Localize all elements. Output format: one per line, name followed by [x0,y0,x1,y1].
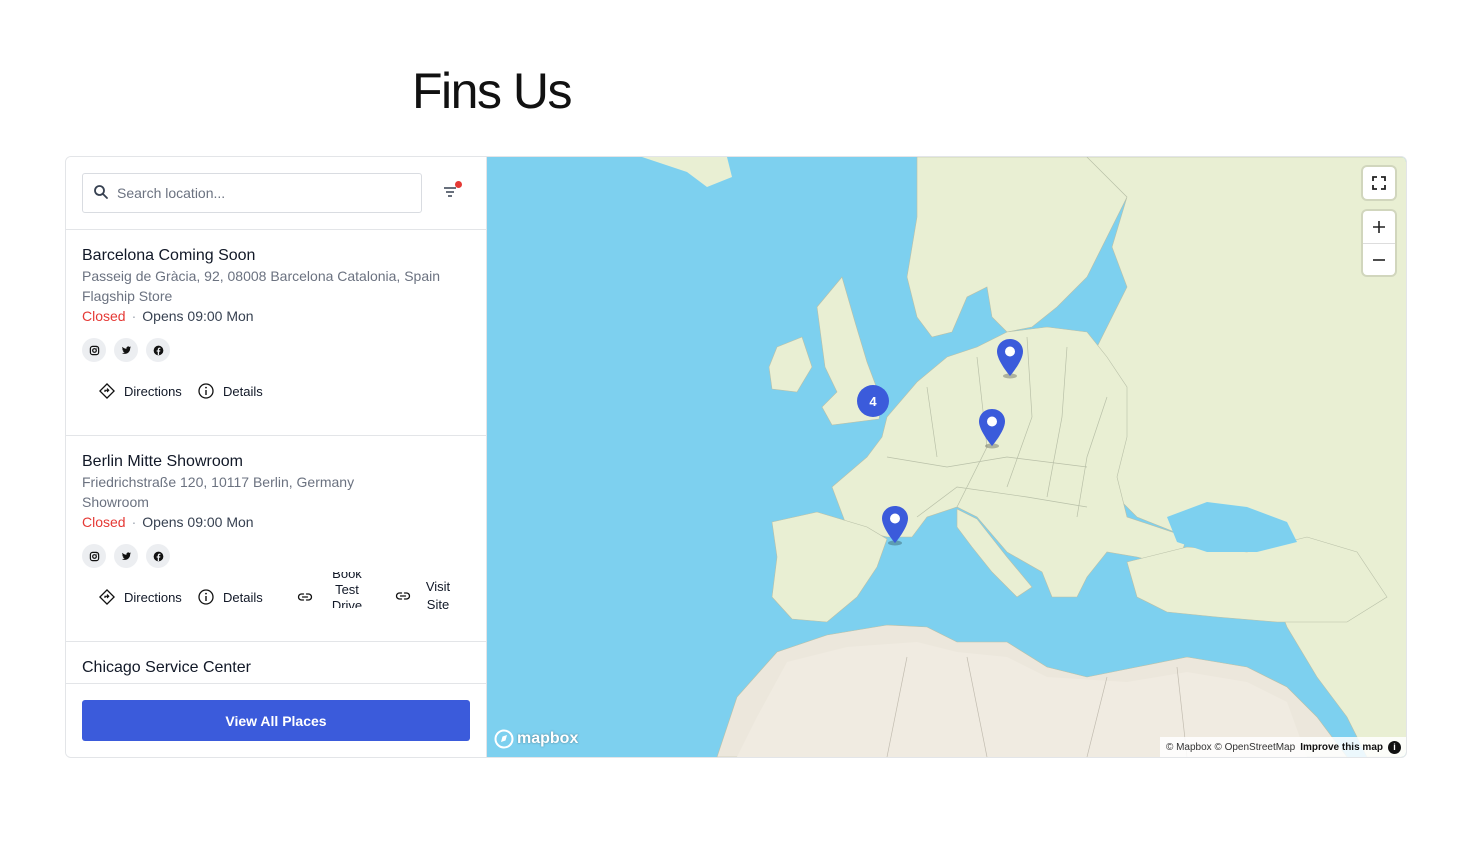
location-name: Chicago Service Center [82,659,251,676]
zoom-control[interactable] [1363,211,1395,275]
visit-label-line1: Visit [425,579,451,594]
link-icon [297,593,313,601]
book-label-line3: Drive [331,598,363,608]
map-pin-icon [979,409,1005,449]
opening-hours: Opens 09:00 Mon [142,308,254,324]
twitter-icon[interactable] [114,338,138,362]
location-actions: Directions Details [82,368,470,428]
improve-map-link[interactable]: Improve this map [1300,742,1383,753]
map-pin-marker[interactable] [977,408,1007,450]
location-status: Closed · Opens 09:00 Mon [82,306,470,326]
map-cluster-marker[interactable]: 4 [857,385,889,417]
location-card[interactable]: Chicago Service Center [66,642,486,683]
minus-icon [1373,258,1385,261]
map-pin-marker[interactable] [995,338,1025,380]
location-type: Flagship Store [82,288,173,304]
book-label-line2: Test [335,582,359,597]
status-closed: Closed [82,308,126,324]
separator: · [131,308,137,324]
view-all-footer: View All Places [66,683,486,757]
directions-label: Directions [124,589,182,605]
location-card[interactable]: Barcelona Coming Soon Passeig de Gràcia,… [66,230,486,436]
details-button[interactable]: Details [197,382,263,400]
mapbox-icon [494,729,514,749]
location-card[interactable]: Berlin Mitte Showroom Friedrichstraße 12… [66,436,486,642]
location-address: Passeig de Gràcia, 92, 08008 Barcelona C… [82,268,441,284]
store-locator: Barcelona Coming Soon Passeig de Gràcia,… [65,156,1407,758]
info-icon [198,589,214,605]
location-type: Showroom [82,494,149,510]
link-icon [395,592,411,600]
view-all-places-button[interactable]: View All Places [82,700,470,741]
directions-button[interactable]: Directions [98,588,182,606]
details-label: Details [223,383,263,399]
location-status: Closed · Opens 09:00 Mon [82,512,470,532]
filter-active-badge [455,181,462,188]
zoom-in-button[interactable] [1363,211,1395,243]
social-links [82,338,470,362]
directions-icon [99,589,115,605]
location-name: Barcelona Coming Soon [82,247,256,264]
book-label-line1: Book [332,572,362,581]
fullscreen-button[interactable] [1363,167,1395,199]
map-pin-icon [882,506,908,546]
directions-label: Directions [124,383,182,399]
instagram-icon[interactable] [82,544,106,568]
page-title: Fins Us [412,63,572,119]
details-label: Details [223,589,263,605]
mapbox-logo[interactable]: mapbox [494,729,578,749]
opening-hours: Opens 09:00 Mon [142,514,254,530]
location-name: Berlin Mitte Showroom [82,453,243,470]
instagram-icon[interactable] [82,338,106,362]
search-input[interactable] [117,174,417,212]
plus-icon [1373,221,1385,233]
map-pin-icon [997,339,1023,379]
location-sidebar: Barcelona Coming Soon Passeig de Gràcia,… [66,157,487,757]
twitter-icon[interactable] [114,544,138,568]
location-list[interactable]: Barcelona Coming Soon Passeig de Gràcia,… [66,229,486,683]
mapbox-wordmark: mapbox [517,730,579,747]
map-attribution: © Mapbox © OpenStreetMap Improve this ma… [1159,737,1406,757]
visit-label-line2: Site [426,597,450,612]
map-view[interactable]: 4 mapbox © Mapbox © OpenStreetMap Improv… [487,157,1406,757]
visit-site-button[interactable]: Visit Site [394,578,456,614]
info-icon [198,383,214,399]
attribution-text[interactable]: © Mapbox © OpenStreetMap [1166,742,1295,753]
details-button[interactable]: Details [197,588,263,606]
map-base [487,157,1406,757]
status-closed: Closed [82,514,126,530]
social-links [82,544,470,568]
fullscreen-control[interactable] [1363,167,1395,199]
search-icon [94,185,108,199]
facebook-icon[interactable] [146,544,170,568]
fullscreen-icon [1372,176,1386,190]
directions-icon [99,383,115,399]
directions-button[interactable]: Directions [98,382,182,400]
map-pin-marker[interactable] [880,505,910,547]
search-bar [82,173,422,213]
filter-button[interactable] [438,179,464,205]
info-icon[interactable]: i [1388,740,1401,754]
location-actions: Directions Details Book Test Drive Visit… [82,572,470,634]
location-address: Friedrichstraße 120, 10117 Berlin, Germa… [82,474,355,490]
separator: · [131,514,137,530]
book-test-drive-button[interactable]: Book Test Drive [296,572,372,608]
zoom-out-button[interactable] [1363,243,1395,275]
facebook-icon[interactable] [146,338,170,362]
